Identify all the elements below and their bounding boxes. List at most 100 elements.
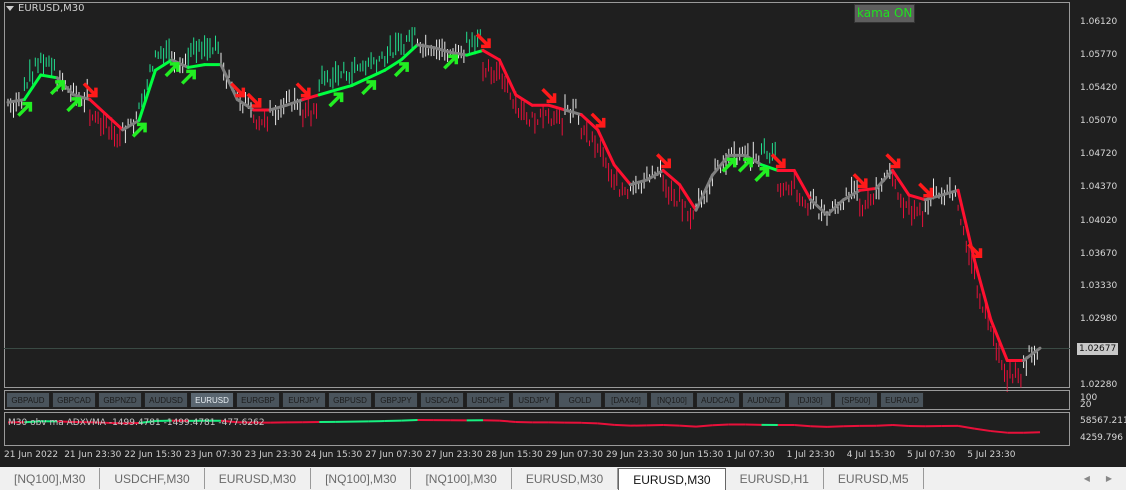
symbol-button-gbpaud[interactable]: GBPAUD — [6, 392, 50, 408]
time-label: 29 Jun 23:30 — [606, 450, 664, 460]
time-label: 23 Jun 07:30 — [184, 450, 242, 460]
sell-arrow-icon — [82, 82, 98, 98]
price-tick: 1.05770 — [1080, 50, 1118, 61]
tab-6[interactable]: EURUSD,M30 — [618, 468, 726, 490]
tab-5[interactable]: EURUSD,M30 — [512, 468, 619, 489]
tab-7[interactable]: EURUSD,H1 — [726, 468, 824, 489]
kama-line-segment — [547, 103, 567, 112]
kama-toggle-button[interactable]: kama ON — [854, 4, 916, 23]
price-tick: 1.05420 — [1080, 83, 1118, 94]
indicator-axis-top: 58567.211 — [1080, 416, 1126, 426]
time-label: 4 Jul 15:30 — [846, 450, 896, 460]
symbol-button-dji30[interactable]: [DJI30] — [788, 392, 832, 408]
symbol-button-gbpcad[interactable]: GBPCAD — [52, 392, 96, 408]
buy-arrow-icon — [164, 62, 180, 78]
kama-line-segment — [186, 63, 207, 69]
scroll-right-icon[interactable]: ▶ — [1106, 474, 1112, 483]
time-label: 30 Jun 15:30 — [666, 450, 724, 460]
symbol-button-gbpjpy[interactable]: GBPJPY — [374, 392, 418, 408]
buy-arrow-icon — [180, 69, 196, 85]
price-tick: 1.04020 — [1080, 215, 1118, 226]
time-label: 1 Jul 07:30 — [726, 450, 775, 460]
time-label: 27 Jun 23:30 — [425, 450, 483, 460]
sell-arrow-icon — [295, 82, 311, 98]
scroll-left-icon[interactable]: ◀ — [1084, 474, 1090, 483]
time-label: 28 Jun 15:30 — [485, 450, 543, 460]
sell-arrow-icon — [885, 153, 901, 169]
symbol-button-nq100[interactable]: [NQ100] — [650, 392, 694, 408]
symbol-button-usdcad[interactable]: USDCAD — [420, 392, 464, 408]
buy-arrow-icon — [443, 54, 459, 70]
button-axis-bottom: 20 — [1080, 400, 1092, 410]
sell-arrow-icon — [918, 182, 934, 198]
symbol-button-gbpusd[interactable]: GBPUSD — [328, 392, 372, 408]
indicator-label: M30 obv ma ADXVMA -1499.4781 -1499.4781 … — [8, 418, 265, 428]
tab-8[interactable]: EURUSD,M5 — [824, 468, 924, 489]
price-tick: 1.04720 — [1080, 149, 1118, 160]
chart-title[interactable]: EURUSD,M30 — [6, 3, 84, 14]
symbol-button-sp500[interactable]: [SP500] — [834, 392, 878, 408]
chart-symbol: EURUSD,M30 — [18, 3, 85, 14]
tab-2[interactable]: EURUSD,M30 — [205, 468, 312, 489]
time-label: 5 Jul 23:30 — [967, 450, 1016, 460]
buy-arrow-icon — [17, 101, 33, 117]
tab-0[interactable]: [NQ100],M30 — [0, 468, 101, 489]
symbol-button-dax40[interactable]: [DAX40] — [604, 392, 648, 408]
symbol-button-gbpnzd[interactable]: GBPNZD — [98, 392, 142, 408]
sell-arrow-icon — [541, 88, 557, 103]
kama-line-segment — [481, 48, 501, 62]
price-tick: 1.03670 — [1080, 248, 1118, 259]
sell-arrow-icon — [852, 173, 868, 189]
buy-arrow-icon — [131, 122, 147, 138]
kama-line-segment — [334, 83, 354, 92]
price-tick: 1.05070 — [1080, 116, 1118, 127]
symbol-button-euraud[interactable]: EURAUD — [880, 392, 924, 408]
symbol-button-usdchf[interactable]: USDCHF — [466, 392, 510, 408]
symbol-button-audcad[interactable]: AUDCAD — [696, 392, 740, 408]
price-tick: 1.03330 — [1080, 280, 1118, 291]
sell-arrow-icon — [475, 33, 491, 49]
sell-arrow-icon — [656, 153, 671, 169]
chart-tabs: [NQ100],M30 USDCHF,M30 EURUSD,M30 [NQ100],M… — [0, 467, 1126, 490]
kama-line-segment — [317, 88, 338, 97]
buy-arrow-icon — [328, 92, 344, 108]
tab-3[interactable]: [NQ100],M30 — [311, 468, 412, 489]
symbol-button-bar: GBPAUD GBPCAD GBPNZD AUDUSD EURUSD EURGBP EURJ… — [4, 390, 1070, 410]
symbol-button-usdjpy[interactable]: USDJPY — [512, 392, 556, 408]
time-label: 21 Jun 2022 — [4, 450, 59, 460]
time-label: 24 Jun 15:30 — [305, 450, 363, 460]
kama-line-segment — [858, 186, 878, 192]
buy-arrow-icon — [754, 167, 770, 183]
time-label: 21 Jun 23:30 — [64, 450, 122, 460]
time-axis[interactable]: 21 Jun 2022 21 Jun 23:30 22 Jun 15:30 23 Ju… — [0, 450, 1070, 464]
price-tick: 1.04370 — [1080, 182, 1118, 193]
sell-arrow-icon — [770, 153, 786, 169]
buy-arrow-icon — [393, 62, 409, 78]
price-tick: 1.06120 — [1080, 17, 1118, 27]
price-tick: 1.02280 — [1080, 380, 1118, 390]
time-label: 5 Jul 07:30 — [907, 450, 956, 460]
time-label: 22 Jun 15:30 — [124, 450, 182, 460]
time-label: 29 Jun 07:30 — [545, 450, 603, 460]
price-tick: 1.02980 — [1080, 313, 1118, 324]
symbol-button-eurusd[interactable]: EURUSD — [190, 392, 234, 408]
time-label: 1 Jul 23:30 — [786, 450, 835, 460]
dropdown-triangle-icon[interactable] — [6, 6, 14, 11]
symbol-button-eurgbp[interactable]: EURGBP — [236, 392, 280, 408]
symbol-button-audusd[interactable]: AUDUSD — [144, 392, 188, 408]
symbol-button-gold[interactable]: GOLD — [558, 392, 602, 408]
kama-line-segment — [350, 76, 370, 87]
sell-arrow-icon — [246, 92, 262, 108]
tab-1[interactable]: USDCHF,M30 — [100, 468, 205, 489]
indicator-axis-bottom: 4259.796 — [1080, 433, 1123, 443]
tab-4[interactable]: [NQ100],M30 — [411, 468, 512, 489]
symbol-button-audnzd[interactable]: AUDNZD — [742, 392, 786, 408]
chart-window: EURUSD,M30 kama ON 1.06120 1.05770 1.05420… — [0, 0, 1126, 466]
kama-line-segment — [907, 193, 927, 202]
kama-line-segment — [39, 73, 59, 80]
tab-scroll: ◀ ▶ — [1084, 467, 1126, 490]
symbol-button-eurjpy[interactable]: EURJPY — [282, 392, 326, 408]
current-price-label: 1.02677 — [1077, 343, 1119, 355]
time-label: 23 Jun 23:30 — [244, 450, 302, 460]
buy-arrow-icon — [361, 80, 377, 96]
